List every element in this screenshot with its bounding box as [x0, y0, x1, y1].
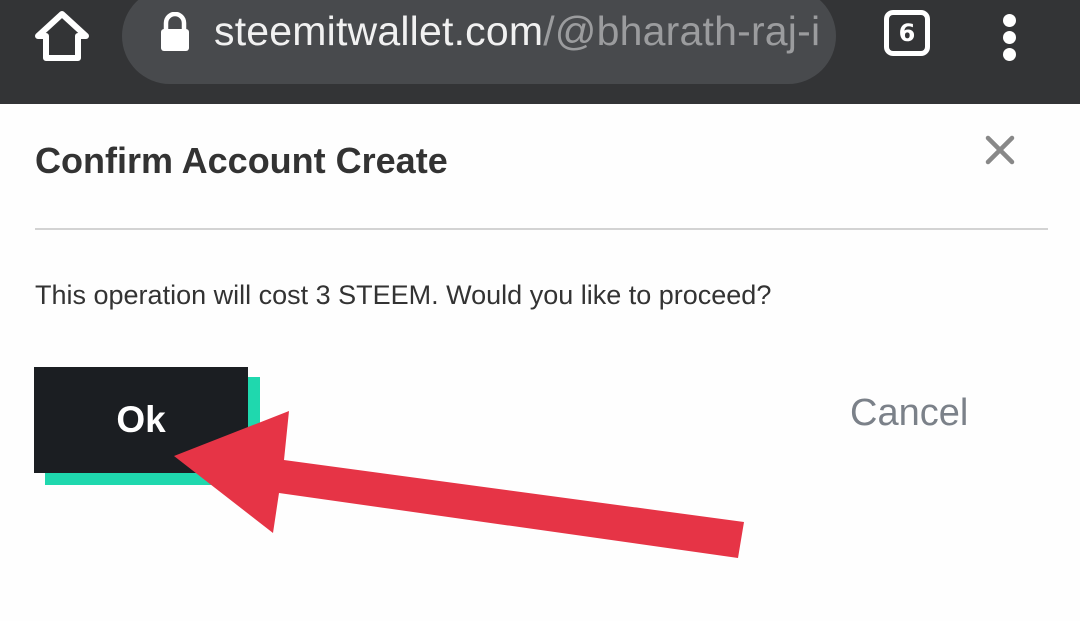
home-button[interactable] — [30, 8, 94, 64]
close-icon[interactable] — [980, 130, 1020, 170]
browser-toolbar: steemitwallet.com/@bharath-raj-i 6 — [0, 0, 1080, 104]
tab-switcher-button[interactable]: 6 — [884, 10, 930, 56]
home-icon — [35, 11, 89, 61]
url-host: steemitwallet.com — [214, 8, 544, 54]
dialog-message: This operation will cost 3 STEEM. Would … — [35, 280, 772, 310]
url-path: /@bharath-raj-i — [543, 8, 821, 54]
url-text[interactable]: steemitwallet.com/@bharath-raj-i — [214, 5, 820, 57]
confirm-dialog: Confirm Account Create This operation wi… — [0, 104, 1080, 621]
cancel-button[interactable]: Cancel — [850, 392, 968, 435]
dialog-title: Confirm Account Create — [35, 140, 448, 181]
ok-button-label: Ok — [116, 399, 166, 440]
address-bar[interactable]: steemitwallet.com/@bharath-raj-i — [122, 0, 836, 84]
dialog-divider — [35, 228, 1048, 230]
lock-icon — [161, 12, 189, 51]
tab-count: 6 — [898, 19, 916, 47]
more-vert-icon[interactable] — [994, 12, 1026, 61]
ok-button[interactable]: Ok — [34, 367, 248, 473]
